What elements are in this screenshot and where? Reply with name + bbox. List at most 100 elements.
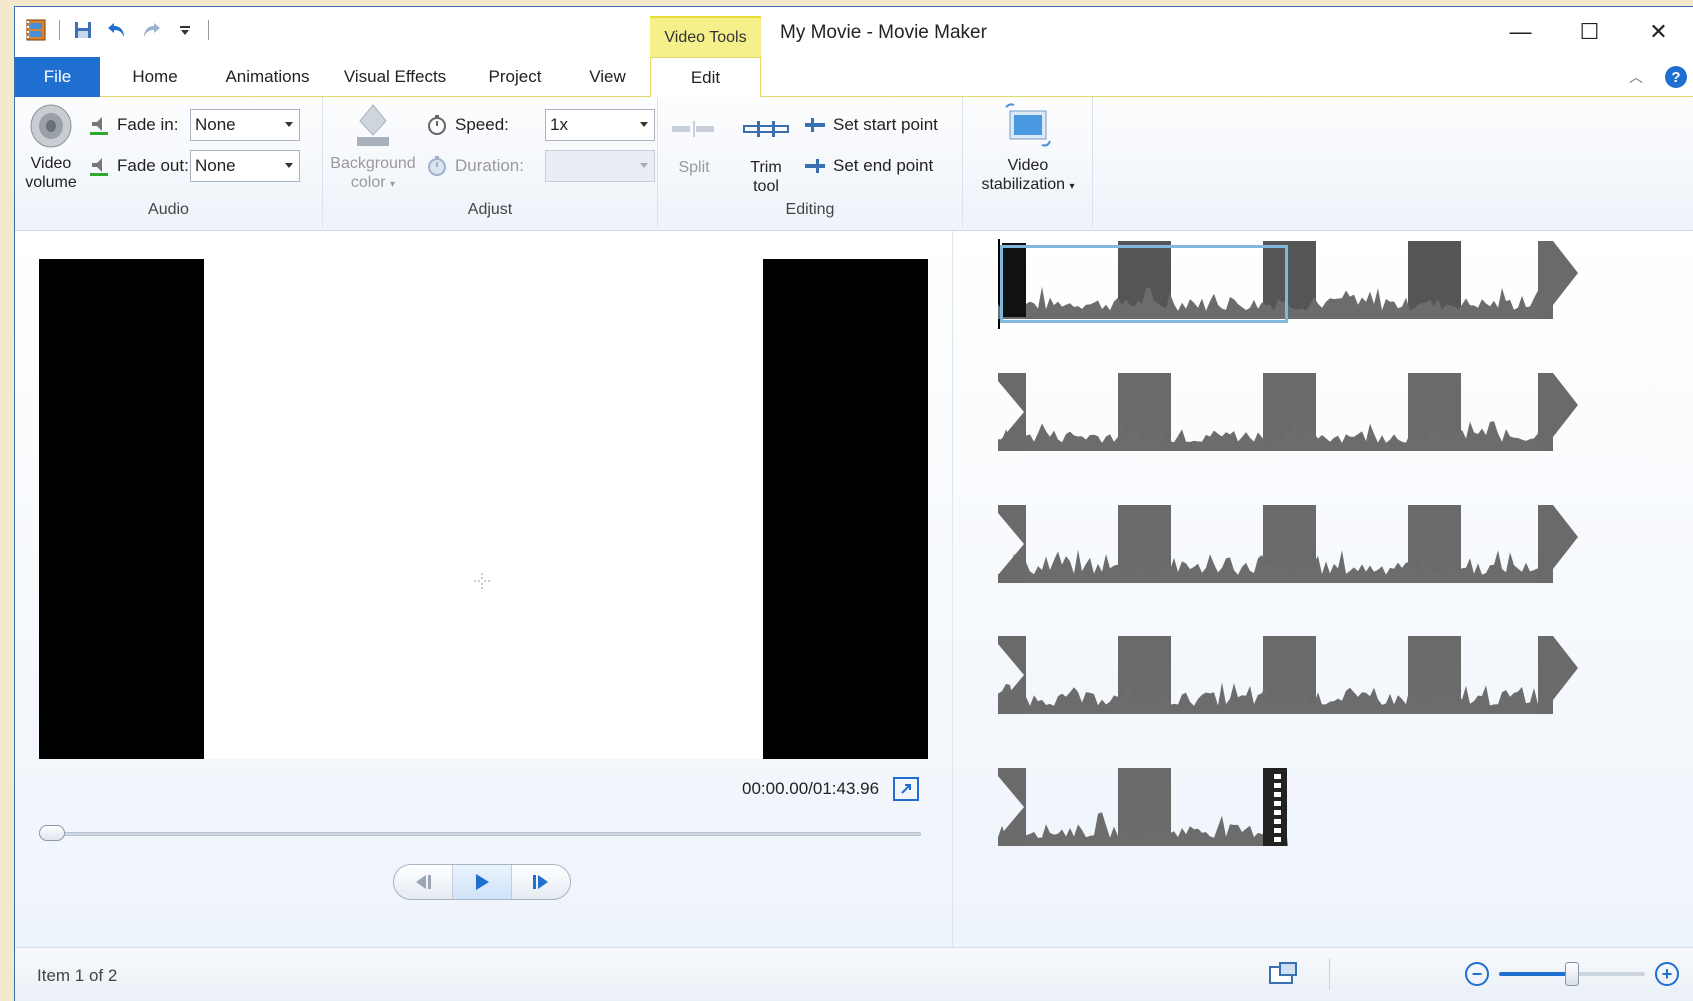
fade-in-label-row: Fade in:	[87, 113, 178, 137]
save-icon[interactable]	[72, 19, 94, 41]
tab-view[interactable]: View	[565, 57, 650, 97]
trim-tool-button[interactable]: Trim tool	[738, 119, 794, 196]
stabilization-group: Video stabilization ▾	[963, 97, 1093, 227]
chevron-down-icon	[285, 163, 293, 168]
zoom-slider[interactable]	[1499, 962, 1645, 986]
window-controls: — ☐ ✕	[1486, 7, 1693, 57]
set-end-point-icon	[803, 154, 827, 178]
fade-in-value: None	[195, 115, 236, 134]
fade-out-dropdown[interactable]: None	[190, 150, 300, 182]
clip-waveform-row-5	[998, 768, 1288, 846]
fade-out-label-row: Fade out:	[87, 154, 189, 178]
duration-stopwatch-icon	[425, 154, 449, 178]
previous-frame-icon	[416, 875, 431, 889]
zoom-out-icon[interactable]: −	[1465, 962, 1489, 986]
app-window: Video Tools My Movie - Movie Maker — ☐ ✕…	[14, 6, 1693, 1001]
storyboard-row-5[interactable]	[998, 768, 1598, 848]
next-frame-button[interactable]	[512, 865, 570, 899]
video-preview[interactable]	[39, 259, 928, 759]
speaker-icon	[30, 104, 72, 148]
minimize-button[interactable]: —	[1486, 7, 1555, 57]
quick-access-toolbar	[25, 19, 209, 41]
tab-project[interactable]: Project	[465, 57, 565, 97]
redo-icon[interactable]	[140, 19, 162, 41]
speed-label: Speed:	[455, 115, 509, 134]
audio-group-label: Audio	[148, 201, 189, 218]
item-count: Item 1 of 2	[37, 966, 118, 985]
video-stabilization-label-2: stabilization ▾	[981, 176, 1075, 193]
fade-out-icon	[87, 154, 111, 178]
background-color-button[interactable]: Background color ▾	[327, 101, 419, 194]
set-start-point-icon	[803, 113, 827, 137]
trim-tool-label-1: Trim	[750, 159, 782, 176]
background-color-label-1: Background	[330, 155, 416, 172]
video-tools-context-tab: Video Tools	[650, 16, 761, 58]
main-area: 00:00.00/01:43.96	[15, 231, 1693, 947]
stopwatch-icon	[425, 113, 449, 137]
help-icon[interactable]: ?	[1665, 66, 1687, 88]
tab-edit[interactable]: Edit	[650, 57, 761, 98]
editing-group: Split Trim tool Set start point Set end …	[658, 97, 963, 227]
selected-clip-outline[interactable]	[1000, 245, 1288, 323]
undo-icon[interactable]	[106, 19, 128, 41]
adjust-group: Background color ▾ Speed: 1x Duration: A…	[323, 97, 658, 227]
clip-waveform-row-4	[998, 636, 1578, 714]
fade-out-value: None	[195, 156, 236, 175]
tab-visual-effects[interactable]: Visual Effects	[325, 57, 465, 97]
chevron-down-icon	[285, 122, 293, 127]
qat-separator-end	[208, 20, 209, 40]
fade-in-label: Fade in:	[117, 115, 179, 134]
play-icon	[476, 874, 489, 890]
seek-thumb[interactable]	[39, 825, 65, 841]
customize-qat-icon[interactable]	[174, 19, 196, 41]
speed-value: 1x	[550, 115, 568, 134]
aspect-ratio-icon[interactable]	[1268, 961, 1298, 987]
fade-in-dropdown[interactable]: None	[190, 109, 300, 141]
maximize-button[interactable]: ☐	[1555, 7, 1624, 57]
split-button[interactable]: Split	[664, 119, 724, 177]
status-bar: Item 1 of 2 − +	[15, 947, 1693, 1001]
next-frame-icon	[533, 875, 548, 889]
zoom-slider-thumb[interactable]	[1565, 962, 1579, 986]
minimize-ribbon-icon[interactable]: ︿	[1629, 67, 1643, 87]
video-stabilization-label-1: Video	[1007, 157, 1049, 174]
ribbon: Video volume Fade in: None Fade out: Non…	[15, 97, 1693, 231]
storyboard-row-2[interactable]	[998, 373, 1598, 453]
trim-tool-label-2: tool	[753, 178, 779, 195]
pane-divider[interactable]	[952, 231, 953, 947]
clip-waveform-row-3	[998, 505, 1578, 583]
movie-maker-app-icon[interactable]	[25, 19, 47, 41]
play-button[interactable]	[453, 865, 512, 899]
set-end-point-label: Set end point	[833, 156, 934, 175]
previous-frame-button[interactable]	[394, 865, 453, 899]
video-volume-label-1: Video	[30, 155, 72, 172]
video-stabilization-button[interactable]: Video stabilization ▾	[969, 101, 1087, 196]
close-button[interactable]: ✕	[1624, 7, 1693, 57]
fade-out-label: Fade out:	[117, 156, 189, 175]
fullscreen-preview-icon[interactable]	[893, 777, 919, 801]
adjust-group-label: Adjust	[467, 201, 513, 218]
crosshair-icon	[474, 573, 490, 589]
zoom-control: − +	[1465, 962, 1679, 986]
storyboard-row-4[interactable]	[998, 636, 1598, 716]
clip-waveform-row-2	[998, 373, 1578, 451]
storyboard-row-3[interactable]	[998, 505, 1598, 585]
status-separator	[1329, 958, 1330, 990]
duration-dropdown[interactable]	[545, 150, 655, 182]
speed-label-row: Speed:	[425, 113, 509, 137]
video-volume-button[interactable]: Video volume	[23, 103, 79, 192]
chevron-down-icon	[640, 122, 648, 127]
duration-label-row: Duration:	[425, 154, 524, 178]
split-label: Split	[678, 159, 710, 176]
title-bar: Video Tools My Movie - Movie Maker — ☐ ✕	[15, 7, 1693, 58]
set-end-point-button[interactable]: Set end point	[803, 154, 933, 178]
tab-file[interactable]: File	[15, 57, 100, 97]
preview-time: 00:00.00/01:43.96	[742, 779, 880, 798]
paint-bucket-icon	[357, 104, 389, 146]
speed-dropdown[interactable]: 1x	[545, 109, 655, 141]
zoom-in-icon[interactable]: +	[1655, 962, 1679, 986]
set-start-point-button[interactable]: Set start point	[803, 113, 938, 137]
tab-home[interactable]: Home	[100, 57, 210, 97]
seek-bar[interactable]	[39, 832, 921, 836]
tab-animations[interactable]: Animations	[210, 57, 325, 97]
